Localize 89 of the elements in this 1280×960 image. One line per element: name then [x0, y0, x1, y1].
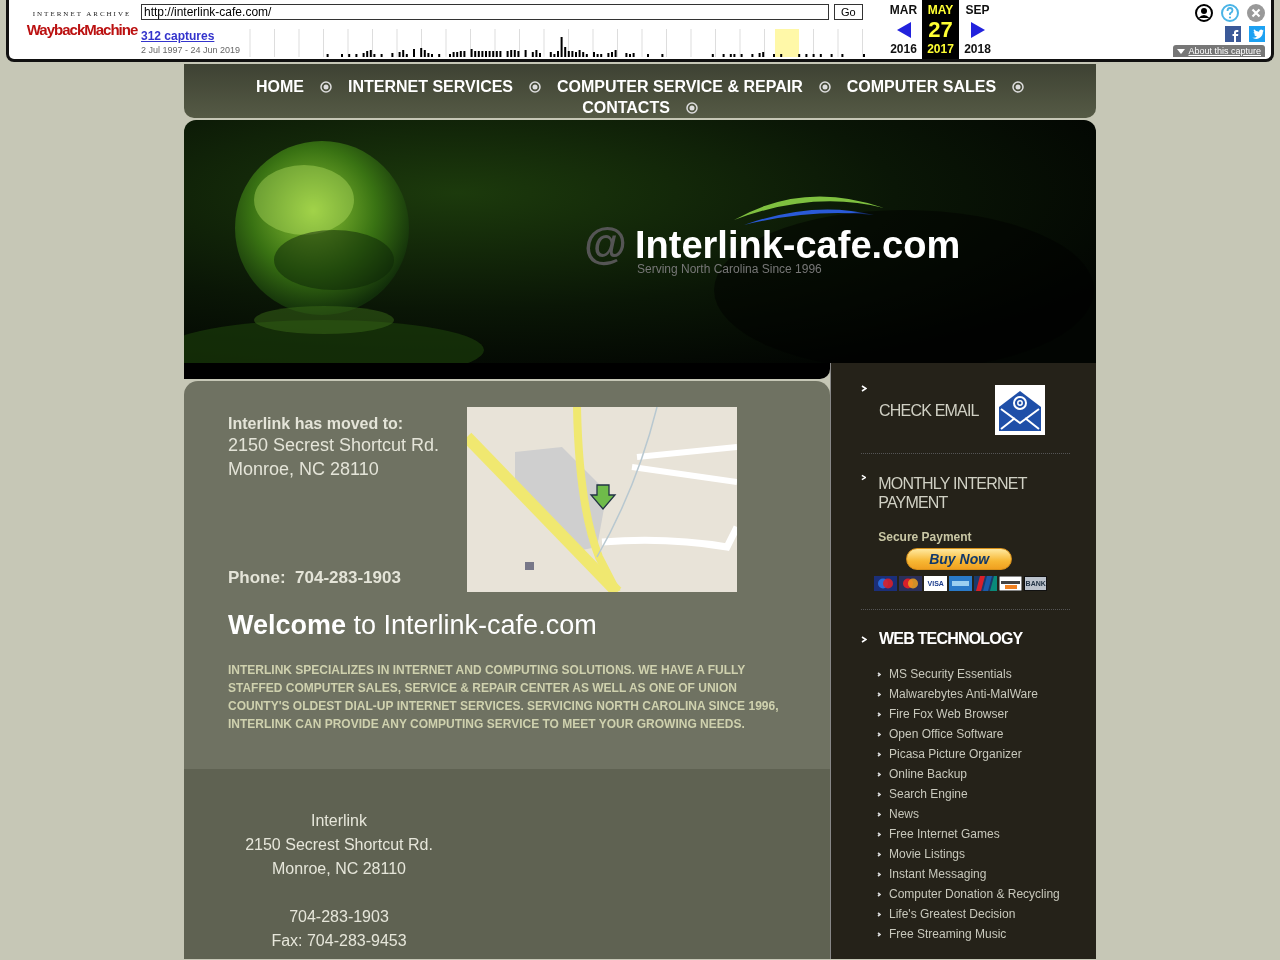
sidebar-link[interactable]: Instant Messaging	[889, 867, 987, 881]
bullet-icon	[1012, 80, 1025, 93]
sidebar-link[interactable]: Free Internet Games	[889, 827, 1000, 841]
intro-paragraph: INTERLINK SPECIALIZES IN INTERNET AND COMPUTING SOLUTIONS. WE HAVE A FULLY STAFFED COMPUTER SALES, SERVICE & REPAIR CENTER AS WELL AS ONE OF UNION COUNTY'S OLDEST DIAL-UP INTERNET SERVICES. SERVICING NORTH CAROLINA SINCE 1996, INTERLINK CAN PROVIDE ANY COMPUTING SERVICE TO MEET YOUR GROWING NEEDS.	[228, 662, 780, 733]
nav-link[interactable]: CONTACTS	[582, 98, 670, 117]
day-label: 27	[928, 18, 953, 41]
month-label: SEP	[965, 3, 990, 17]
month-column[interactable]: SEP 2018	[959, 0, 996, 59]
date-range: 2 Jul 1997 - 24 Jun 2019	[141, 45, 242, 55]
bullet-icon	[529, 80, 542, 93]
user-icon[interactable]	[1195, 4, 1213, 22]
bullet-icon	[319, 80, 332, 93]
sidebar-link[interactable]: Open Office Software	[889, 727, 1004, 741]
sidebar-link[interactable]: Online Backup	[889, 767, 968, 781]
month-column[interactable]: MAY 27 2017	[922, 0, 959, 59]
card-logo-icon	[949, 576, 973, 591]
bird-icon[interactable]	[1249, 26, 1265, 42]
facebook-icon[interactable]	[1225, 26, 1241, 42]
address-line: Monroe, NC 28110	[228, 458, 380, 481]
secure-payment-label: Secure Payment	[878, 530, 973, 544]
address-line: 2150 Secrest Shortcut Rd.	[228, 434, 441, 457]
payment-heading: MONTHLY INTERNET PAYMENT	[878, 474, 1028, 512]
year-label: 2018	[964, 42, 991, 56]
chevron-icon	[877, 771, 881, 777]
site-title: Interlink-cafe.com	[635, 226, 961, 264]
welcome-heading: Welcome to Interlink-cafe.com	[228, 610, 598, 641]
phone-number: Phone: 704-283-1903	[228, 568, 402, 588]
go-button[interactable]: Go	[834, 4, 863, 20]
sidebar-link[interactable]: Picasa Picture Organizer	[889, 747, 1022, 761]
chevron-icon	[861, 635, 867, 643]
footer-line: Monroe, NC 28110	[272, 859, 406, 879]
sidebar-link[interactable]: Movie Listings	[889, 847, 966, 861]
at-sign-logo: @	[584, 220, 627, 268]
envelope-icon[interactable]	[994, 385, 1045, 435]
chevron-icon	[877, 731, 881, 737]
year-label: 2017	[927, 42, 954, 56]
chevron-icon	[877, 751, 881, 757]
caret-icon	[1177, 48, 1186, 54]
nav-link[interactable]: COMPUTER SALES	[846, 77, 997, 96]
captures-link[interactable]: 312 captures	[141, 29, 249, 43]
year-label: 2016	[890, 42, 917, 56]
chevron-icon	[877, 831, 881, 837]
next-arrow-icon[interactable]	[970, 21, 985, 38]
chevron-icon	[861, 385, 867, 392]
card-logo-icon	[874, 576, 898, 591]
sidebar-link[interactable]: News	[889, 807, 919, 821]
chevron-icon	[877, 811, 881, 817]
nav-link[interactable]: HOME	[255, 77, 304, 96]
chevron-icon	[877, 911, 881, 917]
footer-line: Fax: 704-283-9453	[271, 931, 407, 951]
bullet-icon	[685, 101, 698, 114]
nav-link[interactable]: COMPUTER SERVICE & REPAIR	[557, 77, 803, 96]
chevron-icon	[877, 891, 881, 897]
month-label: MAR	[889, 3, 918, 17]
buy-now-button[interactable]: Buy Now	[906, 548, 1013, 570]
sidebar-link[interactable]: Free Streaming Music	[889, 927, 1007, 941]
month-label: MAY	[927, 3, 954, 17]
footer-line: 704-283-1903	[289, 907, 389, 927]
check-email-link[interactable]: CHECK EMAIL	[879, 400, 979, 420]
chevron-icon	[877, 871, 881, 877]
footer-line: Interlink	[311, 811, 367, 831]
sidebar-link[interactable]: Life's Greatest Decision	[889, 907, 1016, 921]
chevron-icon	[877, 711, 881, 717]
previous-arrow-icon[interactable]	[896, 21, 911, 38]
chevron-icon	[877, 931, 881, 937]
chevron-icon	[877, 791, 881, 797]
chevron-icon	[877, 851, 881, 857]
sidebar-link[interactable]: Computer Donation & Recycling	[889, 887, 1060, 901]
card-logo-icon	[899, 576, 923, 591]
tagline: Serving North Carolina Since 1996	[637, 262, 822, 276]
card-logo-icon	[974, 576, 998, 591]
sidebar-link[interactable]: Malwarebytes Anti-MalWare	[889, 687, 1038, 701]
card-logo-icon	[999, 576, 1023, 591]
moved-heading: Interlink has moved to:	[228, 415, 405, 433]
sidebar-link[interactable]: Search Engine	[889, 787, 968, 801]
close-icon[interactable]	[1247, 4, 1265, 22]
wayback-logo[interactable]: WaybackMachine	[26, 18, 138, 42]
chevron-icon	[877, 671, 881, 677]
bullet-icon	[818, 80, 831, 93]
chevron-icon	[877, 691, 881, 697]
url-field[interactable]: http://interlink-cafe.com/	[141, 4, 829, 20]
sidebar-link[interactable]: MS Security Essentials	[889, 667, 1012, 681]
footer-line: 2150 Secrest Shortcut Rd.	[245, 835, 433, 855]
chevron-icon	[861, 474, 867, 481]
section-heading: WEB TECHNOLOGY	[879, 630, 1023, 648]
nav-link[interactable]: INTERNET SERVICES	[347, 77, 514, 96]
month-column[interactable]: MAR 2016	[885, 0, 922, 59]
sidebar-link[interactable]: Fire Fox Web Browser	[889, 707, 1009, 721]
about-capture-button[interactable]: About this capture	[1173, 45, 1265, 57]
